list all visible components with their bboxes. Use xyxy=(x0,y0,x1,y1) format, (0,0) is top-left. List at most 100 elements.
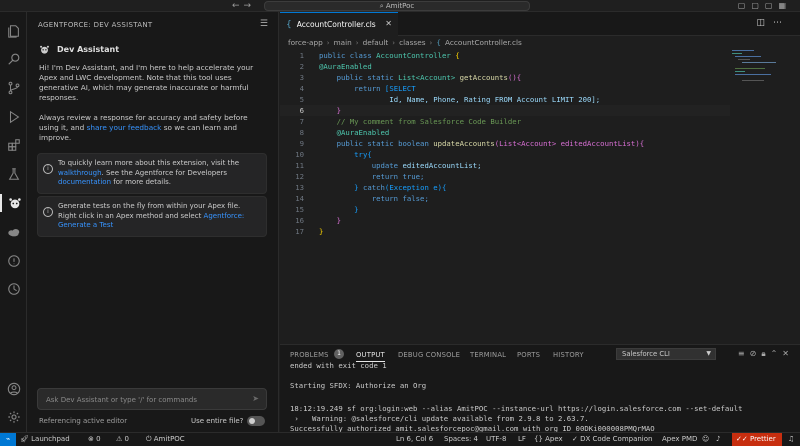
prettier-status[interactable]: ✓✓ Prettier xyxy=(732,433,782,446)
maximize-panel-icon[interactable]: ⌃ xyxy=(771,349,783,358)
output-channel-select[interactable]: Salesforce CLI ▼ xyxy=(616,348,716,360)
assistant-header: Dev Assistant xyxy=(39,44,119,55)
double-check-icon: ✓✓ xyxy=(736,435,750,443)
entire-file-toggle[interactable] xyxy=(247,416,265,426)
run-debug-icon[interactable] xyxy=(0,108,27,126)
problems-count-badge: 1 xyxy=(334,349,344,359)
chat-input[interactable] xyxy=(46,394,236,406)
close-icon[interactable]: ✕ xyxy=(782,349,794,358)
entire-file-label: Use entire file? xyxy=(191,417,244,425)
lock-scroll-icon[interactable]: 🔒︎ xyxy=(761,349,770,358)
warning-count[interactable]: ⚠ 0 xyxy=(116,433,129,446)
code-line: 16 } xyxy=(295,216,341,225)
code-line-current: 6 } xyxy=(280,105,730,116)
filter-icon[interactable]: ≡ xyxy=(738,349,750,358)
forward-arrow-icon[interactable]: → xyxy=(244,1,256,11)
tab-account-controller[interactable]: { AccountController.cls ✕ xyxy=(280,12,398,36)
code-line: 15 } xyxy=(295,205,359,214)
toggle-secondary-icon[interactable]: ▢ xyxy=(765,1,779,10)
more-actions-icon[interactable]: ☰ xyxy=(260,19,268,29)
info-icon[interactable] xyxy=(0,252,27,270)
minimap[interactable] xyxy=(730,48,790,88)
account-icon[interactable] xyxy=(0,380,27,398)
editor-tab-bar: { AccountController.cls ✕ ◫⋯ xyxy=(280,12,800,36)
sidebar-title: AGENTFORCE: DEV ASSISTANT xyxy=(38,21,153,29)
apex-pmd-status[interactable]: Apex PMD xyxy=(662,433,697,446)
apex-file-icon: { xyxy=(436,38,441,47)
code-line: 12 return true; xyxy=(295,172,425,181)
indentation[interactable]: Spaces: 4 xyxy=(444,433,478,446)
output-line: 18:12:19.249 sf org:login:web --alias Am… xyxy=(290,404,743,414)
split-editor-icon[interactable]: ◫ xyxy=(756,18,773,28)
referencing-label: Referencing active editor xyxy=(39,417,128,425)
bell-icon[interactable]: ♪ xyxy=(716,433,720,446)
timeline-icon[interactable] xyxy=(0,280,27,298)
testing-icon[interactable] xyxy=(0,165,27,183)
agentforce-status-icon[interactable]: ☺ xyxy=(702,433,709,446)
documentation-link[interactable]: documentation xyxy=(58,178,111,186)
toggle-sidebar-icon[interactable]: ▢ xyxy=(738,1,752,10)
info-icon: i xyxy=(43,207,53,217)
send-icon[interactable]: ➤ xyxy=(252,394,259,403)
breadcrumb-item[interactable]: classes xyxy=(399,38,425,47)
code-line: 14 return false; xyxy=(295,194,429,203)
feedback-link[interactable]: share your feedback xyxy=(87,123,162,132)
extensions-icon[interactable] xyxy=(0,136,27,154)
source-control-icon[interactable] xyxy=(0,79,27,97)
language-mode[interactable]: {} Apex xyxy=(534,433,563,446)
more-actions-icon[interactable]: ⋯ xyxy=(773,18,790,28)
code-line: 5 Id, Name, Phone, Rating FROM Account L… xyxy=(299,95,601,104)
breadcrumb: force-app › main › default › classes › { Acc… xyxy=(288,38,522,47)
toggle-panel-icon[interactable]: ▢ xyxy=(751,1,765,10)
command-center-label: AmitPoc xyxy=(385,2,415,10)
salesforce-cloud-icon[interactable] xyxy=(0,223,27,241)
customize-layout-icon[interactable]: ▦ xyxy=(778,1,792,10)
breadcrumb-item[interactable]: default xyxy=(363,38,389,47)
braces-icon: {} xyxy=(534,435,546,443)
apex-file-icon: { xyxy=(286,19,292,30)
layout-controls: ▢▢▢▦ xyxy=(738,0,792,12)
code-line: 17} xyxy=(295,227,324,236)
code-line: 11 update editedAccountList; xyxy=(295,161,482,170)
breadcrumb-item[interactable]: main xyxy=(334,38,352,47)
agentforce-icon[interactable] xyxy=(0,194,27,212)
warning-icon: ⚠ xyxy=(116,435,125,443)
tab-ports[interactable]: PORTS xyxy=(517,351,540,359)
default-org[interactable]: ⏻ AmitPOC xyxy=(146,433,185,446)
activity-bar xyxy=(0,12,27,432)
cursor-position[interactable]: Ln 6, Col 6 xyxy=(396,433,433,446)
search-icon[interactable] xyxy=(0,50,27,68)
bottom-panel: PROBLEMS 1 OUTPUT DEBUG CONSOLE TERMINAL… xyxy=(280,344,800,433)
clear-output-icon[interactable]: ⊘ xyxy=(750,349,762,358)
explorer-icon[interactable] xyxy=(0,22,27,40)
command-center[interactable]: ⌕ AmitPoc xyxy=(264,1,530,11)
breadcrumb-item[interactable]: AccountController.cls xyxy=(445,38,522,47)
tab-terminal[interactable]: TERMINAL xyxy=(470,351,506,359)
walkthrough-card: i To quickly learn more about this exten… xyxy=(37,153,267,194)
editor-actions: ◫⋯ xyxy=(756,18,790,28)
chevron-right-icon: › xyxy=(429,38,433,47)
line-ending[interactable]: LF xyxy=(518,433,526,446)
settings-gear-icon[interactable] xyxy=(0,408,27,426)
tab-debug-console[interactable]: DEBUG CONSOLE xyxy=(398,351,460,359)
back-arrow-icon[interactable]: ← xyxy=(232,1,244,11)
close-icon[interactable]: ✕ xyxy=(385,19,392,28)
walkthrough-link[interactable]: walkthrough xyxy=(58,169,102,177)
tab-problems[interactable]: PROBLEMS xyxy=(290,351,329,359)
info-icon: i xyxy=(43,164,53,174)
launchpad-item[interactable]: 🚀︎ Launchpad xyxy=(20,433,70,446)
remote-icon[interactable]: ⌁ xyxy=(0,433,16,446)
agentforce-avatar-icon xyxy=(40,45,49,54)
encoding[interactable]: UTF-8 xyxy=(486,433,506,446)
companion-status[interactable]: ✓ DX Code Companion xyxy=(572,433,652,446)
code-line: 9 public static boolean updateAccounts(L… xyxy=(299,139,645,148)
chevron-down-icon: ▼ xyxy=(706,350,711,357)
sync-count[interactable]: ⊗ 0 xyxy=(88,433,101,446)
tab-history[interactable]: HISTORY xyxy=(553,351,584,359)
code-line: 10 try{ xyxy=(295,150,372,159)
breadcrumb-item[interactable]: force-app xyxy=(288,38,323,47)
notifications-icon[interactable]: ♫ xyxy=(788,433,794,446)
nav-arrows[interactable]: ←→ xyxy=(232,0,255,12)
chevron-right-icon: › xyxy=(392,38,396,47)
chevron-right-icon: › xyxy=(355,38,359,47)
